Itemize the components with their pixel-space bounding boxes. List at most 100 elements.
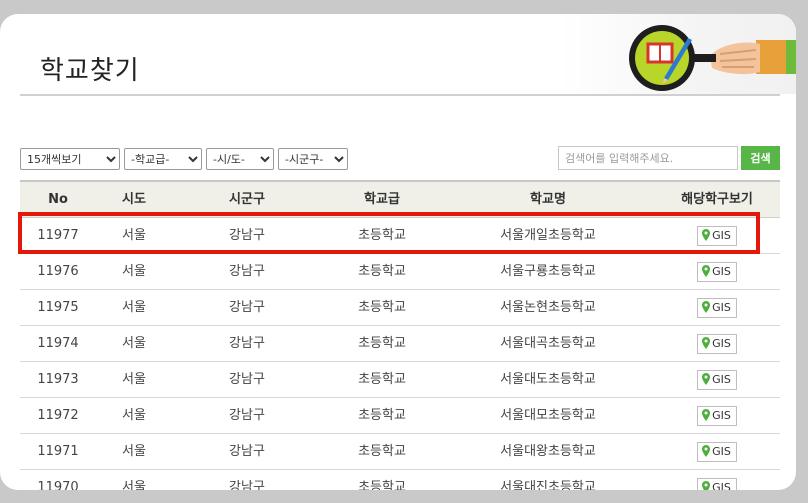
row-school-name: 서울대도초등학교 <box>500 372 596 387</box>
content-card: 학교찾기 15개씩보기 -학교급- -시/도- -시군구- 검색어를 입력해주세… <box>0 14 796 490</box>
sido-select[interactable]: -시/도- <box>206 148 274 170</box>
row-school-level: 초등학교 <box>358 372 406 387</box>
gis-label: GIS <box>712 408 731 422</box>
header-decoration <box>560 14 796 94</box>
header-sido: 시도 <box>122 192 146 207</box>
row-sigungu: 강남구 <box>229 408 265 423</box>
row-gis-cell: GIS <box>654 398 780 433</box>
table-row: 11974 서울 강남구 초등학교 서울대곡초등학교 GIS <box>20 326 780 362</box>
map-pin-icon <box>702 300 711 313</box>
row-school-name: 서울논현초등학교 <box>500 300 596 315</box>
gis-label: GIS <box>712 372 731 386</box>
table-row: 11973 서울 강남구 초등학교 서울대도초등학교 GIS <box>20 362 780 398</box>
table-row: 11972 서울 강남구 초등학교 서울대모초등학교 GIS <box>20 398 780 434</box>
row-school-name: 서울대곡초등학교 <box>500 336 596 351</box>
row-gis-cell: GIS <box>654 290 780 325</box>
row-gis-cell: GIS <box>654 218 780 253</box>
school-level-select[interactable]: -학교급- <box>124 148 202 170</box>
row-school-name: 서울개일초등학교 <box>500 228 596 243</box>
row-sido: 서울 <box>122 480 146 490</box>
row-no: 11973 <box>37 372 79 387</box>
map-pin-icon <box>702 228 711 241</box>
row-sigungu: 강남구 <box>229 444 265 459</box>
row-sigungu: 강남구 <box>229 264 265 279</box>
row-gis-cell: GIS <box>654 434 780 469</box>
gis-button[interactable]: GIS <box>697 477 737 491</box>
table-row: 11975 서울 강남구 초등학교 서울논현초등학교 GIS <box>20 290 780 326</box>
magnifier-book-icon <box>629 25 796 91</box>
row-sido: 서울 <box>122 444 146 459</box>
map-pin-icon <box>702 336 711 349</box>
gis-label: GIS <box>712 444 731 458</box>
table-row: 11976 서울 강남구 초등학교 서울구룡초등학교 GIS <box>20 254 780 290</box>
row-school-name: 서울대모초등학교 <box>500 408 596 423</box>
sigungu-select[interactable]: -시군구- <box>278 148 348 170</box>
gis-button[interactable]: GIS <box>697 405 737 426</box>
search-input[interactable] <box>558 146 738 170</box>
row-no: 11976 <box>37 264 79 279</box>
row-sido: 서울 <box>122 300 146 315</box>
gis-button[interactable]: GIS <box>697 225 737 246</box>
row-sigungu: 강남구 <box>229 228 265 243</box>
gis-button[interactable]: GIS <box>697 369 737 390</box>
row-school-name: 서울대진초등학교 <box>500 480 596 490</box>
row-gis-cell: GIS <box>654 326 780 361</box>
header-no: No <box>48 192 68 207</box>
row-school-level: 초등학교 <box>358 480 406 490</box>
row-school-level: 초등학교 <box>358 408 406 423</box>
row-school-level: 초등학교 <box>358 444 406 459</box>
row-gis-cell: GIS <box>654 362 780 397</box>
table-body: 11977 서울 강남구 초등학교 서울개일초등학교 GIS 11976 서울 강남구 초등학교 서… <box>20 218 780 490</box>
search-button[interactable]: 검색 <box>741 146 780 170</box>
header-school-level: 학교급 <box>364 192 400 207</box>
row-school-level: 초등학교 <box>358 264 406 279</box>
gis-label: GIS <box>712 336 731 350</box>
gis-button[interactable]: GIS <box>697 441 737 462</box>
gis-button[interactable]: GIS <box>697 297 737 318</box>
table-row: 11971 서울 강남구 초등학교 서울대왕초등학교 GIS <box>20 434 780 470</box>
row-sido: 서울 <box>122 264 146 279</box>
gis-label: GIS <box>712 480 731 491</box>
header-sigungu: 시군구 <box>229 192 265 207</box>
row-sigungu: 강남구 <box>229 480 265 490</box>
school-table: No 시도 시군구 학교급 학교명 해당학구보기 11977 서울 강남구 초등학교 서… <box>20 180 780 490</box>
gis-button[interactable]: GIS <box>697 261 737 282</box>
row-no: 11971 <box>37 444 79 459</box>
row-school-name: 서울대왕초등학교 <box>500 444 596 459</box>
gis-label: GIS <box>712 264 731 278</box>
row-school-name: 서울구룡초등학교 <box>500 264 596 279</box>
row-no: 11975 <box>37 300 79 315</box>
row-gis-cell: GIS <box>654 470 780 490</box>
row-sigungu: 강남구 <box>229 372 265 387</box>
row-sido: 서울 <box>122 336 146 351</box>
map-pin-icon <box>702 372 711 385</box>
row-sido: 서울 <box>122 408 146 423</box>
table-row: 11977 서울 강남구 초등학교 서울개일초등학교 GIS <box>20 218 780 254</box>
row-no: 11970 <box>37 480 79 490</box>
filter-bar: 15개씩보기 -학교급- -시/도- -시군구- 검색 <box>20 146 780 172</box>
table-row: 11970 서울 강남구 초등학교 서울대진초등학교 GIS <box>20 470 780 490</box>
row-gis-cell: GIS <box>654 254 780 289</box>
gis-label: GIS <box>712 300 731 314</box>
map-pin-icon <box>702 444 711 457</box>
per-page-select[interactable]: 15개씩보기 <box>20 148 120 170</box>
table-header-row: No 시도 시군구 학교급 학교명 해당학구보기 <box>20 182 780 218</box>
row-school-level: 초등학교 <box>358 300 406 315</box>
row-sido: 서울 <box>122 228 146 243</box>
gis-label: GIS <box>712 228 731 242</box>
header-gis: 해당학구보기 <box>681 192 753 207</box>
row-school-level: 초등학교 <box>358 336 406 351</box>
map-pin-icon <box>702 264 711 277</box>
row-no: 11977 <box>37 228 79 243</box>
row-sigungu: 강남구 <box>229 300 265 315</box>
map-pin-icon <box>702 408 711 421</box>
row-no: 11972 <box>37 408 79 423</box>
gis-button[interactable]: GIS <box>697 333 737 354</box>
page-title: 학교찾기 <box>40 56 140 86</box>
map-pin-icon <box>702 480 711 490</box>
row-school-level: 초등학교 <box>358 228 406 243</box>
row-sido: 서울 <box>122 372 146 387</box>
header-school-name: 학교명 <box>530 192 566 207</box>
row-sigungu: 강남구 <box>229 336 265 351</box>
row-no: 11974 <box>37 336 79 351</box>
